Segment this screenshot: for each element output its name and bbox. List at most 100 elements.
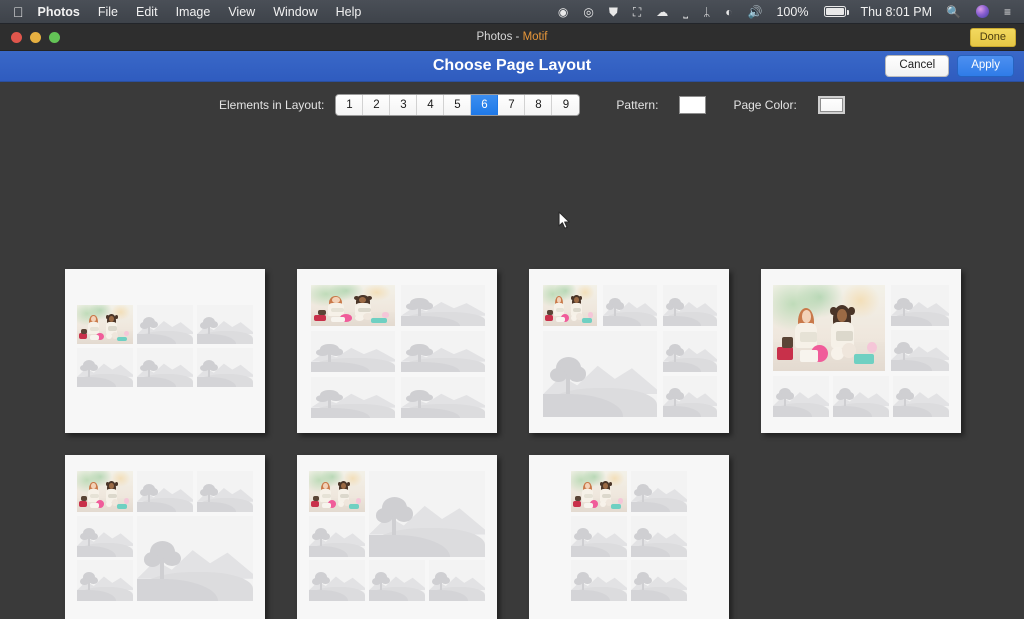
cloud-icon[interactable]: ☁ (649, 0, 675, 23)
menu-item-image[interactable]: Image (167, 0, 220, 23)
page-color-swatch[interactable] (817, 96, 845, 114)
layout-thumbnail-grid (0, 128, 1024, 619)
layout-cell-empty[interactable] (663, 375, 717, 417)
layout-cell-empty[interactable] (631, 559, 687, 601)
layout-option-4[interactable] (761, 269, 961, 433)
segment-6[interactable]: 6 (471, 95, 499, 115)
layout-page-preview (297, 455, 497, 619)
layout-cell-empty[interactable] (401, 285, 485, 327)
layout-cell-empty[interactable] (309, 515, 365, 557)
menu-bar-clock[interactable]: Thu 8:01 PM (854, 5, 938, 19)
list-icon[interactable]: ≡ (997, 0, 1018, 23)
empty-photo-placeholder (197, 347, 253, 388)
window-title-app: Photos (476, 31, 513, 43)
layout-cell-photo[interactable] (543, 285, 597, 327)
layout-cell-empty[interactable] (429, 559, 485, 601)
layout-cell-empty[interactable] (309, 559, 365, 601)
layout-cell-empty[interactable] (571, 515, 627, 557)
layout-option-1[interactable] (65, 269, 265, 433)
apply-button[interactable]: Apply (957, 55, 1014, 77)
search-icon[interactable]: 🔍 (939, 0, 968, 23)
layout-cell-empty[interactable] (197, 471, 253, 513)
layout-cell-empty[interactable] (137, 515, 253, 601)
layout-cell-empty[interactable] (77, 559, 133, 601)
layout-cell-empty[interactable] (663, 285, 717, 327)
layout-cell-empty[interactable] (197, 305, 253, 345)
layout-cell-empty[interactable] (891, 285, 949, 327)
layout-cell-empty[interactable] (571, 559, 627, 601)
screen-sharing-icon[interactable]: ⛶ (626, 0, 648, 23)
layout-page-preview (529, 269, 729, 433)
segment-1[interactable]: 1 (336, 95, 364, 115)
layout-option-2[interactable] (297, 269, 497, 433)
empty-photo-placeholder (543, 331, 657, 417)
layout-cell-empty[interactable] (893, 375, 949, 417)
done-button[interactable]: Done (969, 28, 1016, 47)
layout-cell-photo[interactable] (309, 471, 365, 513)
layout-cell-empty[interactable] (197, 347, 253, 388)
segment-9[interactable]: 9 (552, 95, 580, 115)
layout-cell-empty[interactable] (369, 471, 485, 557)
layout-cell-empty[interactable] (663, 331, 717, 373)
segment-7[interactable]: 7 (498, 95, 526, 115)
layout-cell-empty[interactable] (543, 331, 657, 417)
layout-cell-empty[interactable] (311, 377, 395, 419)
battery-icon[interactable] (815, 0, 853, 23)
layout-cell-empty[interactable] (311, 331, 395, 373)
layout-cell-empty[interactable] (833, 375, 889, 417)
layout-cell-empty[interactable] (137, 347, 193, 388)
layout-cell-photo[interactable] (77, 305, 133, 345)
layout-cell-photo[interactable] (311, 285, 395, 327)
layout-cell-photo[interactable] (773, 285, 885, 371)
close-button[interactable] (11, 31, 22, 43)
wifi-icon[interactable]: ◐ (718, 0, 739, 23)
layout-cell-empty[interactable] (603, 285, 657, 327)
empty-photo-placeholder (311, 331, 395, 373)
menu-item-edit[interactable]: Edit (127, 0, 167, 23)
layout-option-5[interactable] (65, 455, 265, 619)
segment-8[interactable]: 8 (525, 95, 553, 115)
segment-3[interactable]: 3 (390, 95, 418, 115)
segment-4[interactable]: 4 (417, 95, 445, 115)
pattern-swatch[interactable] (679, 96, 707, 114)
layout-option-7[interactable] (529, 455, 729, 619)
layout-cell-empty[interactable] (137, 305, 193, 345)
siri-icon[interactable] (969, 0, 996, 23)
minimize-button[interactable] (30, 31, 41, 43)
creative-cloud-icon[interactable]: ◎ (576, 0, 600, 23)
macos-menu-bar:  Photos File Edit Image View Window Hel… (0, 0, 1024, 24)
layout-cell-empty[interactable] (773, 375, 829, 417)
segment-5[interactable]: 5 (444, 95, 472, 115)
cancel-button[interactable]: Cancel (885, 55, 950, 77)
menu-item-window[interactable]: Window (264, 0, 326, 23)
segment-2[interactable]: 2 (363, 95, 391, 115)
layout-cell-empty[interactable] (369, 559, 425, 601)
layout-cell-empty[interactable] (891, 329, 949, 371)
layout-cell-photo[interactable] (571, 471, 627, 513)
volume-icon[interactable]: 🔊 (741, 0, 770, 23)
menu-item-photos[interactable]: Photos (35, 0, 89, 23)
menu-item-file[interactable]: File (89, 0, 127, 23)
layout-option-3[interactable] (529, 269, 729, 433)
menu-item-view[interactable]: View (219, 0, 264, 23)
empty-photo-placeholder (77, 559, 133, 601)
empty-photo-placeholder (197, 305, 253, 345)
layout-cell-photo[interactable] (77, 471, 133, 513)
layout-cell-empty[interactable] (77, 347, 133, 388)
screen-record-icon[interactable]: ◉ (551, 0, 575, 23)
empty-photo-placeholder (631, 559, 687, 601)
layout-cell-empty[interactable] (631, 515, 687, 557)
menu-item-help[interactable]: Help (327, 0, 371, 23)
bluetooth-icon[interactable]: ᛦ (696, 0, 717, 23)
layout-cell-empty[interactable] (401, 331, 485, 373)
layout-cell-empty[interactable] (401, 377, 485, 419)
layout-option-6[interactable] (297, 455, 497, 619)
layout-cell-empty[interactable] (77, 515, 133, 557)
zoom-button[interactable] (49, 31, 60, 43)
elements-count-segmented-control[interactable]: 1 2 3 4 5 6 7 8 9 (335, 94, 581, 116)
apple-logo-icon[interactable]:  (0, 0, 35, 23)
airplay-icon[interactable]: ⎵ (676, 0, 695, 23)
layout-cell-empty[interactable] (631, 471, 687, 513)
shield-icon[interactable]: ⛊ (602, 0, 625, 23)
layout-cell-empty[interactable] (137, 471, 193, 513)
